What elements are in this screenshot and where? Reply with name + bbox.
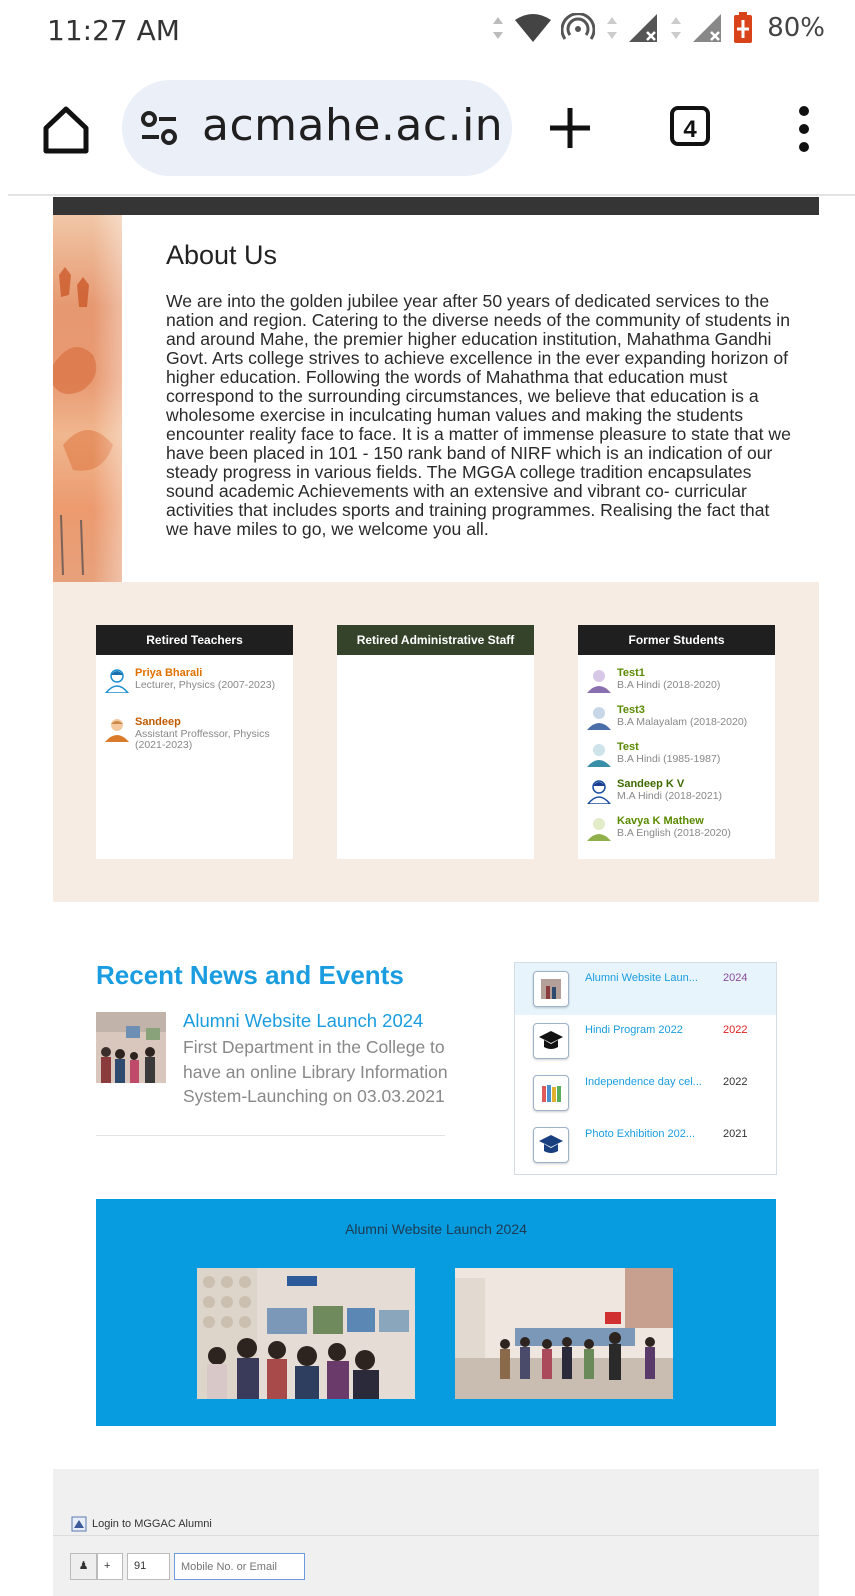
banner-caption: Alumni Website Launch 2024 <box>345 1221 527 1237</box>
person-item[interactable]: Test1 B.A Hindi (2018-2020) <box>586 667 720 693</box>
new-tab-icon[interactable] <box>548 106 592 150</box>
battery-icon <box>734 12 753 43</box>
male-avatar-icon <box>105 719 129 742</box>
toolbar-divider <box>8 194 855 196</box>
home-icon[interactable] <box>40 104 92 156</box>
male-avatar-icon <box>587 744 611 767</box>
card-header: Retired Administrative Staff <box>337 625 534 655</box>
site-settings-icon[interactable] <box>140 110 178 146</box>
news-description: First Department in the College to have … <box>183 1037 448 1106</box>
signal-icon <box>693 14 722 42</box>
country-code-input[interactable]: 91 <box>127 1553 170 1580</box>
person-desc: B.A Hindi (1985-1987) <box>617 753 721 765</box>
data-arrows-icon <box>671 17 682 39</box>
event-item[interactable]: Alumni Website Laun... 2024 <box>515 963 776 1015</box>
battery-percent: 80% <box>767 13 825 43</box>
about-side-image <box>53 215 122 582</box>
events-list: Alumni Website Laun... 2024 Hindi Progra… <box>514 962 777 1175</box>
tab-switcher-button[interactable]: 4 <box>670 106 710 146</box>
plus-prefix: + <box>97 1553 123 1580</box>
event-banner: Alumni Website Launch 2024 <box>96 1199 776 1426</box>
news-thumbnail[interactable] <box>96 1012 166 1083</box>
about-text: We are into the golden jubilee year afte… <box>166 291 791 539</box>
photo-icon <box>533 971 569 1007</box>
event-label[interactable]: Photo Exhibition 202... <box>585 1128 705 1140</box>
person-desc: M.A Hindi (2018-2021) <box>617 790 723 802</box>
news-section-title: Recent News and Events <box>96 960 404 990</box>
graduation-cap-icon <box>533 1023 569 1059</box>
person-item[interactable]: Test B.A Hindi (1985-1987) <box>586 741 720 767</box>
login-title-text: Login to MGGAC Alumni <box>92 1518 212 1530</box>
person-item[interactable]: Kavya K Mathew B.A English (2018-2020) <box>586 815 731 841</box>
female-avatar-icon <box>105 669 129 693</box>
event-item[interactable]: Photo Exhibition 202... 2021 <box>515 1119 776 1171</box>
status-bar: 11:27 AM 80% <box>0 0 855 64</box>
user-icon: ♟ <box>70 1553 97 1580</box>
college-logo-icon <box>71 1516 87 1532</box>
person-item[interactable]: Test3 B.A Malayalam (2018-2020) <box>586 704 747 730</box>
person-desc: B.A Hindi (2018-2020) <box>617 679 721 691</box>
event-year: 2021 <box>723 1128 748 1140</box>
event-item[interactable]: Independence day cel... 2022 <box>515 1067 776 1119</box>
graduation-cap-icon <box>533 1127 569 1163</box>
retired-teachers-card: Retired Teachers Priya Bharali Lecturer, … <box>96 625 293 859</box>
books-icon <box>533 1075 569 1111</box>
card-header: Retired Teachers <box>96 625 293 655</box>
event-label[interactable]: Hindi Program 2022 <box>585 1024 705 1036</box>
news-headline[interactable]: Alumni Website Launch 2024 <box>183 1010 423 1032</box>
event-item[interactable]: Hindi Program 2022 2022 <box>515 1015 776 1067</box>
event-label[interactable]: Independence day cel... <box>585 1076 705 1088</box>
about-title: About Us <box>166 240 278 270</box>
female-avatar-icon <box>587 818 611 841</box>
retired-staff-card: Retired Administrative Staff <box>337 625 534 859</box>
person-item[interactable]: Priya Bharali Lecturer, Physics (2007-202… <box>104 667 275 693</box>
address-bar[interactable]: acmahe.ac.in <box>122 80 512 176</box>
mobile-email-input[interactable] <box>174 1553 305 1580</box>
event-label[interactable]: Alumni Website Laun... <box>585 972 705 984</box>
news-divider <box>96 1135 445 1136</box>
data-arrows-icon <box>607 17 618 39</box>
wifi-icon <box>515 14 552 42</box>
person-item[interactable]: Sandeep Assistant Proffessor, Physics (20… <box>104 716 293 750</box>
person-desc: Assistant Proffessor, Physics (2021-2023… <box>135 728 270 751</box>
login-title: Login to MGGAC Alumni <box>71 1516 212 1532</box>
status-time: 11:27 AM <box>47 14 180 47</box>
person-desc: B.A English (2018-2020) <box>617 827 731 839</box>
hotspot-icon <box>561 13 596 40</box>
event-photo[interactable] <box>197 1268 415 1399</box>
data-arrows-icon <box>493 17 504 39</box>
event-year: 2022 <box>723 1076 748 1088</box>
event-year: 2022 <box>723 1024 748 1036</box>
person-desc: B.A Malayalam (2018-2020) <box>617 716 748 728</box>
about-top-bar <box>53 197 819 215</box>
male-avatar-icon <box>587 707 611 730</box>
signal-icon <box>629 14 658 42</box>
former-students-card: Former Students Test1 B.A Hindi (2018-202… <box>578 625 775 859</box>
male-avatar-icon <box>587 670 611 693</box>
person-item[interactable]: Sandeep K V M.A Hindi (2018-2021) <box>586 778 722 804</box>
more-menu-icon[interactable] <box>796 104 812 154</box>
login-divider <box>53 1535 819 1536</box>
url-text[interactable]: acmahe.ac.in <box>202 100 503 151</box>
event-year: 2024 <box>723 972 748 984</box>
event-photo[interactable] <box>455 1268 673 1399</box>
female-avatar-icon <box>587 780 611 804</box>
status-icons: 80% <box>491 12 825 44</box>
person-desc: Lecturer, Physics (2007-2023) <box>135 679 276 691</box>
card-header: Former Students <box>578 625 775 655</box>
browser-toolbar: acmahe.ac.in 4 <box>0 64 855 194</box>
